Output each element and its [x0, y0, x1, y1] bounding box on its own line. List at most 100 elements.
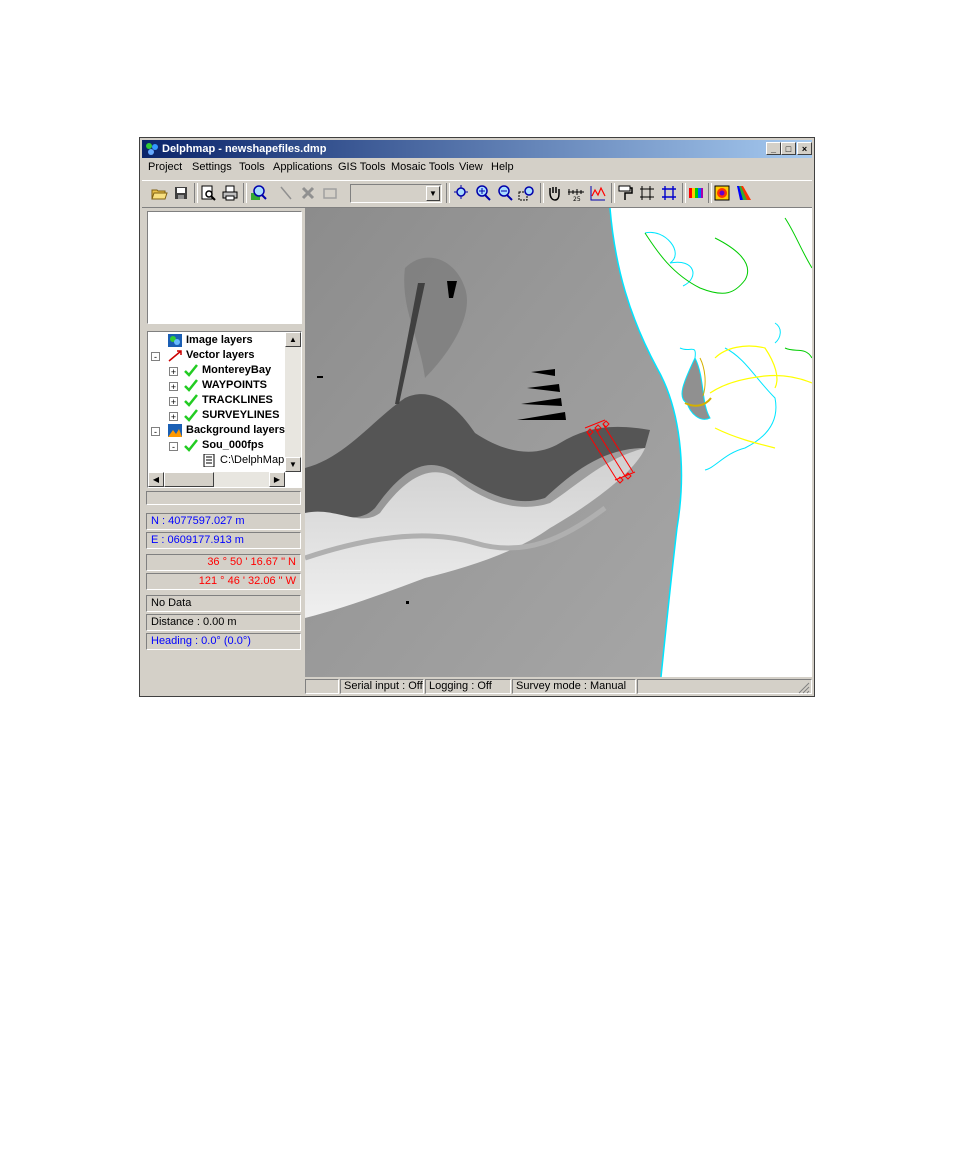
- file-icon: [203, 453, 215, 467]
- profile-chart-icon[interactable]: [589, 184, 607, 202]
- sounding-point: [406, 601, 409, 604]
- tree-vertical-scrollbar[interactable]: ▲ ▼: [285, 332, 301, 472]
- expand-icon[interactable]: +: [169, 412, 178, 422]
- tree-node-image-layers[interactable]: Image layers: [168, 333, 253, 348]
- map-view[interactable]: [305, 208, 812, 677]
- status-panel-empty: [305, 679, 339, 694]
- menu-help[interactable]: Help: [491, 161, 514, 173]
- grid-icon[interactable]: [638, 184, 656, 202]
- menu-applications[interactable]: Applications: [273, 161, 332, 173]
- vector-layers-icon: [168, 349, 182, 362]
- menu-bar: Project Settings Tools Applications GIS …: [142, 159, 812, 176]
- toolbar-separator: [243, 183, 247, 203]
- color-palette-icon[interactable]: [687, 184, 705, 202]
- tree-node-surveylines[interactable]: SURVEYLINES: [184, 408, 279, 423]
- data-value-readout: No Data: [146, 595, 301, 612]
- tree-node-background-layers[interactable]: Background layers: [168, 423, 285, 438]
- line-tool-icon[interactable]: [277, 184, 295, 202]
- check-icon: [184, 393, 198, 407]
- title-bar[interactable]: Delphmap - newshapefiles.dmp _ □ ×: [142, 140, 812, 158]
- serial-input-status: Serial input : Off: [340, 679, 424, 694]
- background-layers-icon: [168, 423, 182, 437]
- longitude-readout: 121 ° 46 ' 32.06 " W: [146, 573, 301, 590]
- status-bar: Serial input : Off Logging : Off Survey …: [305, 679, 812, 695]
- zoom-out-icon[interactable]: [496, 184, 514, 202]
- expand-icon[interactable]: +: [169, 397, 178, 407]
- color-ramp-icon[interactable]: [735, 184, 753, 202]
- zoom-window-icon[interactable]: [518, 184, 536, 202]
- app-icon: [146, 143, 158, 155]
- scroll-up-icon[interactable]: ▲: [285, 332, 301, 347]
- toolbar-separator: [611, 183, 615, 203]
- close-button[interactable]: ×: [797, 142, 812, 155]
- toolbar-separator: [682, 183, 686, 203]
- toolbar-separator: [540, 183, 544, 203]
- tree-label: TRACKLINES: [202, 394, 273, 406]
- toolbar: ▼ 25: [142, 180, 812, 208]
- tree-label: Vector layers: [186, 349, 255, 361]
- menu-view[interactable]: View: [459, 161, 483, 173]
- check-icon: [184, 438, 198, 452]
- heading-readout: Heading : 0.0° (0.0°): [146, 633, 301, 650]
- menu-gis-tools[interactable]: GIS Tools: [338, 161, 386, 173]
- scroll-right-icon[interactable]: ▶: [269, 472, 285, 487]
- tree-node-sou-000fps[interactable]: Sou_000fps: [184, 438, 264, 453]
- check-icon: [184, 363, 198, 377]
- tree-node-file[interactable]: C:\DelphMapD: [202, 453, 292, 468]
- collapse-icon[interactable]: -: [151, 427, 160, 437]
- layer-tree[interactable]: Image layers - Vector layers + MontereyB…: [147, 331, 302, 488]
- layer-combo[interactable]: ▼: [350, 184, 442, 203]
- check-icon: [184, 408, 198, 422]
- menu-settings[interactable]: Settings: [192, 161, 232, 173]
- svg-text:25: 25: [573, 196, 581, 202]
- tree-label: C:\DelphMapD: [220, 454, 293, 466]
- pan-hand-icon[interactable]: [545, 184, 563, 202]
- tree-label: Sou_000fps: [202, 439, 264, 451]
- print-preview-icon[interactable]: [199, 184, 217, 202]
- zoom-extent-icon[interactable]: [452, 184, 470, 202]
- paint-roller-icon[interactable]: [616, 184, 634, 202]
- graticule-icon[interactable]: [660, 184, 678, 202]
- scale-icon[interactable]: 25: [567, 184, 585, 203]
- tree-node-tracklines[interactable]: TRACKLINES: [184, 393, 273, 408]
- scroll-thumb[interactable]: [164, 472, 214, 487]
- resize-grip-icon[interactable]: [798, 682, 810, 694]
- menu-mosaic-tools[interactable]: Mosaic Tools: [391, 161, 454, 173]
- sounding-point: [317, 376, 323, 378]
- expand-icon[interactable]: +: [169, 367, 178, 377]
- zoom-layer-icon[interactable]: [249, 184, 267, 202]
- tree-label: Image layers: [186, 334, 253, 346]
- scroll-down-icon[interactable]: ▼: [285, 457, 301, 472]
- menu-project[interactable]: Project: [148, 161, 182, 173]
- toolbar-separator: [708, 183, 712, 203]
- tree-node-waypoints[interactable]: WAYPOINTS: [184, 378, 267, 393]
- collapse-icon[interactable]: -: [169, 442, 178, 452]
- open-folder-icon[interactable]: [150, 184, 168, 202]
- map-canvas[interactable]: [305, 208, 812, 677]
- expand-icon[interactable]: +: [169, 382, 178, 392]
- tree-label: Background layers: [186, 424, 286, 436]
- tree-node-montereybay[interactable]: MontereyBay: [184, 363, 271, 378]
- survey-mode-status: Survey mode : Manual: [512, 679, 636, 694]
- chevron-down-icon[interactable]: ▼: [426, 186, 440, 201]
- minimize-button[interactable]: _: [766, 142, 781, 155]
- logging-status: Logging : Off: [425, 679, 511, 694]
- tree-horizontal-scrollbar[interactable]: ◀ ▶: [148, 472, 285, 487]
- print-icon[interactable]: [221, 184, 239, 202]
- save-icon[interactable]: [172, 184, 190, 202]
- color-map-icon[interactable]: [713, 184, 731, 202]
- scroll-left-icon[interactable]: ◀: [148, 472, 164, 487]
- menu-tools[interactable]: Tools: [239, 161, 265, 173]
- tree-node-vector-layers[interactable]: Vector layers: [168, 348, 255, 363]
- toolbar-separator: [446, 183, 450, 203]
- rectangle-icon[interactable]: [321, 184, 339, 202]
- zoom-in-icon[interactable]: [474, 184, 492, 202]
- overview-map[interactable]: [147, 211, 302, 324]
- collapse-icon[interactable]: -: [151, 352, 160, 362]
- maximize-button[interactable]: □: [781, 142, 796, 155]
- tree-label: SURVEYLINES: [202, 409, 280, 421]
- distance-readout: Distance : 0.00 m: [146, 614, 301, 631]
- check-icon: [184, 378, 198, 392]
- easting-readout: E : 0609177.913 m: [146, 532, 301, 549]
- delete-icon[interactable]: [299, 184, 317, 202]
